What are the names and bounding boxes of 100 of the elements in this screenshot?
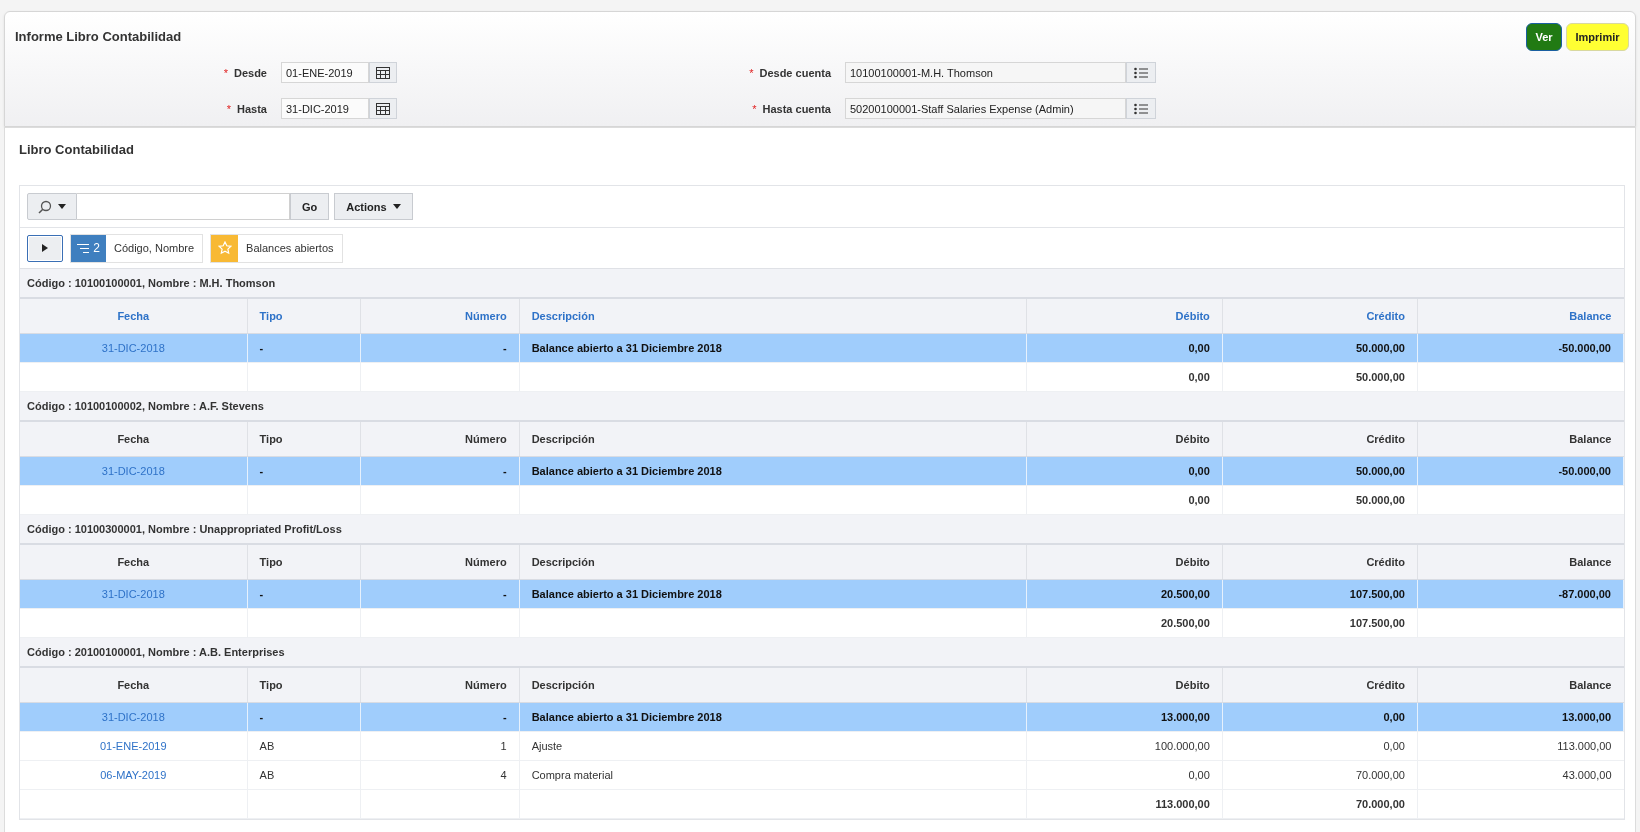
date-field[interactable]: 01-ENE-2019: [281, 62, 369, 83]
go-button[interactable]: Go: [290, 193, 330, 220]
table-cell: Ajuste: [531, 740, 563, 752]
table-cell: 13.000,00: [1562, 711, 1611, 723]
break-count: 2: [93, 241, 100, 255]
column-header[interactable]: Descripción: [519, 421, 1027, 457]
column-header[interactable]: Número: [360, 667, 520, 703]
filter-label[interactable]: Código, Nombre: [106, 234, 203, 262]
table-cell: -: [502, 465, 507, 477]
view-button[interactable]: Ver: [1526, 22, 1562, 51]
table-cell: 0,00: [1383, 711, 1405, 723]
column-header[interactable]: Crédito: [1222, 421, 1418, 457]
column-header[interactable]: Balance: [1417, 544, 1624, 580]
column-header[interactable]: Número: [360, 544, 520, 580]
table-cell: Balance abierto a 31 Diciembre 2018: [531, 465, 722, 477]
search-menu-button[interactable]: [27, 193, 77, 220]
column-header[interactable]: Fecha: [20, 298, 248, 334]
total-cell: 50.000,00: [1355, 494, 1405, 506]
print-button[interactable]: Imprimir: [1566, 22, 1629, 51]
list-icon: [1134, 66, 1148, 79]
calendar-icon: [376, 66, 390, 79]
list-icon: [1134, 102, 1148, 115]
date-field[interactable]: 31-DIC-2019: [281, 98, 369, 119]
table-cell: 107.500,00: [1349, 588, 1405, 600]
table-cell: Balance abierto a 31 Diciembre 2018: [531, 588, 722, 600]
column-header[interactable]: Número: [360, 421, 520, 457]
table-cell: AB: [259, 740, 275, 752]
table-cell: 70.000,00: [1355, 769, 1405, 781]
table-cell: -: [502, 711, 507, 723]
total-cell: 20.500,00: [1160, 617, 1210, 629]
calendar-button[interactable]: [369, 98, 397, 119]
column-header[interactable]: Fecha: [20, 544, 248, 580]
column-header[interactable]: Descripción: [519, 544, 1027, 580]
column-header[interactable]: Fecha: [20, 421, 248, 457]
table-cell: 0,00: [1188, 342, 1210, 354]
table-cell: -: [502, 342, 507, 354]
table-cell: -50.000,00: [1558, 342, 1611, 354]
page-title: Informe Libro Contabilidad: [15, 29, 182, 44]
column-header[interactable]: Crédito: [1222, 544, 1418, 580]
table-cell: -: [502, 588, 507, 600]
calendar-button[interactable]: [369, 62, 397, 83]
list-button[interactable]: [1126, 62, 1156, 83]
column-header[interactable]: Tipo: [247, 667, 361, 703]
column-header[interactable]: Crédito: [1222, 298, 1418, 334]
table-cell: -: [259, 342, 264, 354]
table-cell: Balance abierto a 31 Diciembre 2018: [531, 342, 722, 354]
search-field[interactable]: [77, 193, 290, 220]
total-cell: 113.000,00: [1155, 798, 1210, 810]
table-cell: -87.000,00: [1558, 588, 1611, 600]
column-header[interactable]: Descripción: [519, 667, 1027, 703]
account-field[interactable]: 50200100001-Staff Salaries Expense (Admin): [845, 98, 1126, 119]
star-icon: [217, 241, 232, 255]
field-label: Hasta cuenta: [762, 102, 831, 115]
table-cell: -: [259, 711, 264, 723]
account-field[interactable]: 10100100001-M.H. Thomson: [845, 62, 1126, 83]
table-cell: 43.000,00: [1562, 769, 1612, 781]
column-header[interactable]: Fecha: [20, 667, 248, 703]
actions-button[interactable]: Actions: [334, 193, 413, 220]
expand-button[interactable]: [27, 234, 63, 262]
table-cell: 4: [500, 769, 507, 781]
table-cell: 100.000,00: [1154, 740, 1210, 752]
group-heading: Código : 10100300001, Nombre : Unappropriated Profit/Loss: [20, 514, 1624, 544]
region-title: Libro Contabilidad: [19, 141, 135, 159]
column-header[interactable]: Descripción: [519, 298, 1027, 334]
column-header[interactable]: Crédito: [1222, 667, 1418, 703]
table-cell: 113.000,00: [1557, 740, 1612, 752]
caret-icon: [392, 203, 401, 210]
caret-icon: [58, 203, 66, 210]
field-label: Desde: [233, 66, 267, 79]
lines-icon: [77, 243, 90, 253]
column-header[interactable]: Tipo: [247, 421, 361, 457]
list-button[interactable]: [1126, 98, 1156, 119]
group-heading: Código : 20100100001, Nombre : A.B. Enterprises: [20, 637, 1624, 667]
total-cell: 50.000,00: [1355, 371, 1405, 383]
table-cell: AB: [259, 769, 275, 781]
column-header[interactable]: Balance: [1417, 421, 1624, 457]
column-header[interactable]: Débito: [1026, 298, 1223, 334]
total-cell: 107.500,00: [1349, 617, 1405, 629]
column-header[interactable]: Balance: [1417, 298, 1624, 334]
column-header[interactable]: Débito: [1026, 667, 1223, 703]
table-cell: 50.000,00: [1355, 342, 1405, 354]
table-cell: -50.000,00: [1558, 465, 1611, 477]
column-header[interactable]: Balance: [1417, 667, 1624, 703]
calendar-icon: [376, 102, 390, 115]
date-link[interactable]: 01-ENE-2019: [99, 740, 167, 752]
column-header[interactable]: Débito: [1026, 544, 1223, 580]
group-heading: Código : 10100100001, Nombre : M.H. Thomson: [20, 268, 1624, 298]
table-cell: 0,00: [1383, 740, 1405, 752]
table-cell: 0,00: [1188, 769, 1210, 781]
column-header[interactable]: Tipo: [247, 298, 361, 334]
column-header[interactable]: Número: [360, 298, 520, 334]
group-heading: Código : 10100100002, Nombre : A.F. Stevens: [20, 391, 1624, 421]
required-marker: *: [226, 102, 232, 115]
field-label: Desde cuenta: [759, 66, 831, 79]
column-header[interactable]: Tipo: [247, 544, 361, 580]
total-cell: 0,00: [1188, 494, 1210, 506]
column-header[interactable]: Débito: [1026, 421, 1223, 457]
table-cell: 13.000,00: [1160, 711, 1210, 723]
table-cell: 1: [500, 740, 507, 752]
date-link[interactable]: 06-MAY-2019: [100, 769, 167, 781]
